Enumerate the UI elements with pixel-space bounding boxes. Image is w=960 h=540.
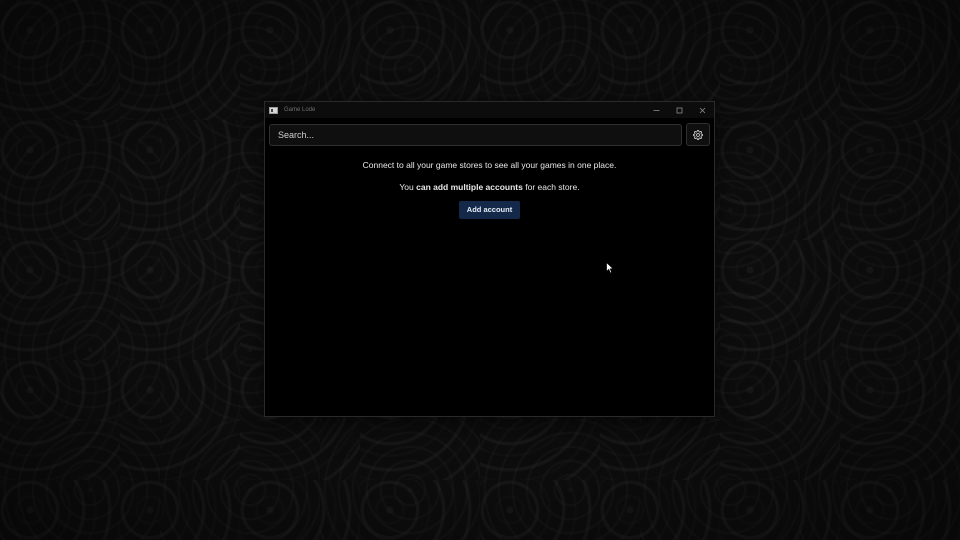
- maximize-icon: [676, 107, 683, 113]
- empty-state-message: Connect to all your game stores to see a…: [362, 160, 617, 170]
- empty-state-hint: You can add multiple accounts for each s…: [265, 182, 714, 192]
- window-controls: [645, 102, 714, 118]
- window-title: Game Lode: [284, 107, 316, 113]
- gear-icon: [693, 129, 703, 140]
- minimize-icon: [653, 109, 660, 111]
- hint-emphasis: can add multiple accounts: [416, 182, 523, 192]
- minimize-button[interactable]: [645, 102, 668, 118]
- close-icon: [699, 107, 706, 113]
- search-input[interactable]: [269, 123, 682, 146]
- settings-button[interactable]: [686, 123, 710, 146]
- toolbar: [265, 118, 714, 146]
- empty-state: Connect to all your game stores to see a…: [265, 160, 714, 219]
- app-window: Game Lode Connect to all your game store…: [264, 101, 715, 417]
- close-button[interactable]: [691, 102, 714, 118]
- maximize-button[interactable]: [668, 102, 691, 118]
- mouse-pointer-icon: [606, 262, 614, 274]
- title-bar[interactable]: Game Lode: [265, 102, 714, 118]
- hint-suffix: for each store.: [522, 182, 580, 192]
- add-account-button[interactable]: Add account: [458, 201, 521, 219]
- hint-prefix: You: [399, 182, 417, 192]
- app-icon: [269, 106, 278, 114]
